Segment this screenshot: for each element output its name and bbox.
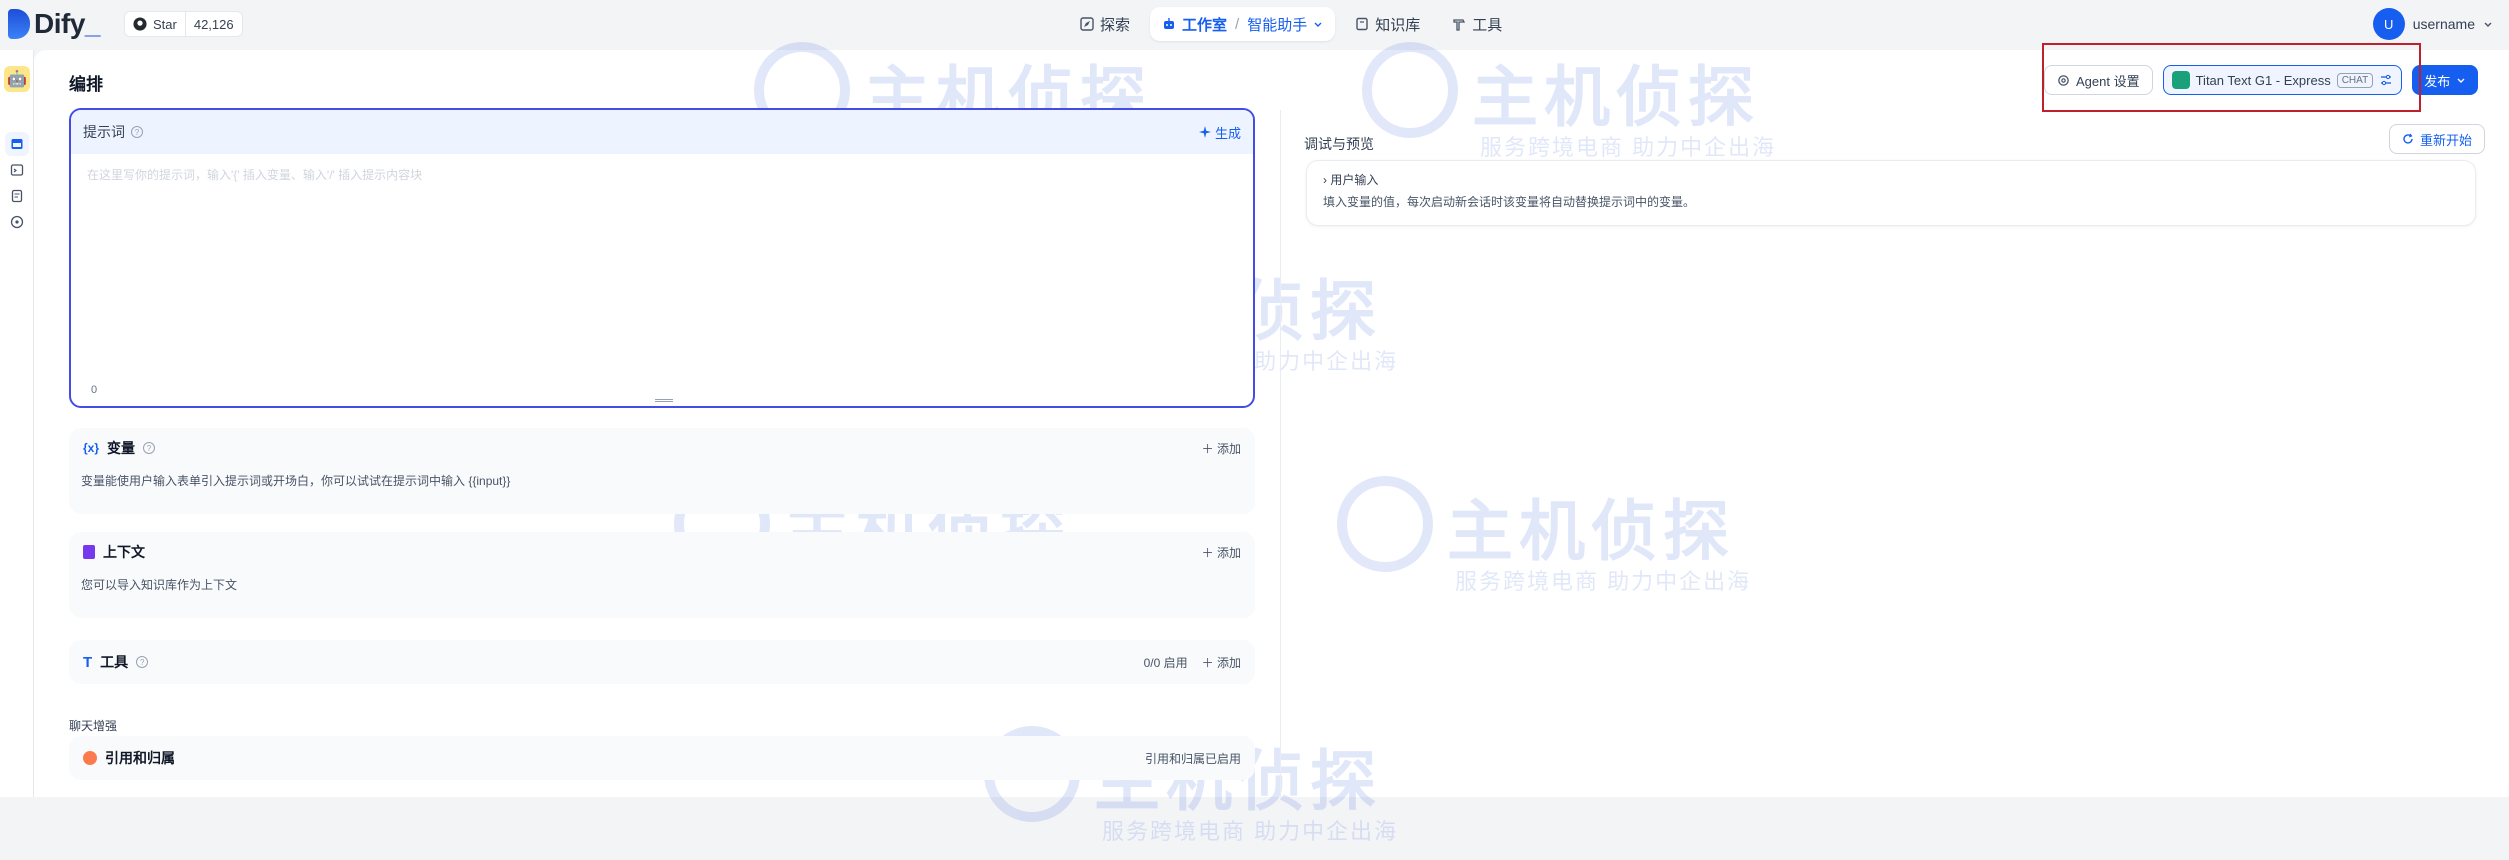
tools-enabled-count: 0/0 启用 <box>1143 655 1188 670</box>
context-description: 您可以导入知识库作为上下文 <box>81 578 238 592</box>
context-title: 上下文 <box>103 544 145 560</box>
user-input-card: › 用户输入 填入变量的值，每次启动新会话时该变量将自动替换提示词中的变量。 <box>1306 160 2476 226</box>
sidebar-item-orchestrate[interactable] <box>5 132 29 156</box>
github-star-count: 42,126 <box>193 16 234 32</box>
sidebar-item-api[interactable] <box>5 158 29 182</box>
tool-icon: T <box>83 653 93 671</box>
nav-knowledge[interactable]: 知识库 <box>1343 7 1432 41</box>
avatar[interactable]: U <box>2372 8 2405 40</box>
username-label[interactable]: username <box>2413 16 2475 32</box>
help-icon[interactable]: ? <box>136 656 149 668</box>
github-icon <box>133 17 147 31</box>
add-tool-button[interactable]: ＋ 添加 <box>1202 654 1241 671</box>
variables-description: 变量能使用户输入表单引入提示词或开场白，你可以试试在提示词中输入 {{input… <box>81 474 511 488</box>
prompt-header: 提示词 ? 生成 <box>71 110 1253 154</box>
generate-prompt-button[interactable]: 生成 <box>1198 123 1241 142</box>
nav-studio[interactable]: 工作室 / 智能助手 <box>1150 7 1336 41</box>
user-input-description: 填入变量的值，每次启动新会话时该变量将自动替换提示词中的变量。 <box>1323 195 1696 209</box>
nav-explore[interactable]: 探索 <box>1068 7 1142 41</box>
dify-logo-mark-icon <box>8 9 30 39</box>
robot-icon <box>1164 18 1175 29</box>
prompt-char-count: 0 <box>91 384 98 396</box>
watermark: 主机侦探服务跨境电商 助力中企出海 <box>1337 470 1777 610</box>
prompt-label: 提示词 <box>83 124 125 140</box>
logo-text: Dify <box>34 8 85 39</box>
chevron-down-icon[interactable] <box>1313 19 1323 29</box>
terminal-icon <box>10 164 24 176</box>
add-variable-button[interactable]: ＋ 添加 <box>1202 440 1241 457</box>
nav-studio-app-selector[interactable]: 智能助手 <box>1247 14 1307 35</box>
highlight-box <box>2042 43 2421 112</box>
panel-divider <box>1280 110 1281 797</box>
tools-card: T 工具 ? 0/0 启用 ＋ 添加 <box>69 640 1255 684</box>
sparkle-icon <box>1198 126 1211 138</box>
document-icon <box>83 545 95 559</box>
chat-enhance-label: 聊天增强 <box>69 719 118 733</box>
page-title: 编排 <box>69 75 103 94</box>
chevron-down-icon[interactable] <box>2483 19 2493 29</box>
github-star-button[interactable]: Star <box>125 12 186 36</box>
help-icon[interactable]: ? <box>131 126 143 138</box>
book-icon <box>1356 17 1368 31</box>
compass-icon <box>1080 17 1094 31</box>
dify-logo[interactable]: Dify_ <box>8 8 100 40</box>
user-menu[interactable]: U username <box>2372 8 2493 40</box>
layout-icon <box>11 139 23 149</box>
app-sidebar: 🤖 <box>0 50 34 797</box>
help-icon[interactable]: ? <box>143 442 156 454</box>
main-panel: 编排 主机侦探服务跨境电商 助力中企出海 主机侦探服务跨境电商 助力中企出海 主… <box>34 42 2509 844</box>
chevron-down-icon <box>2457 78 2465 83</box>
resize-handle[interactable] <box>655 399 673 402</box>
citation-title: 引用和归属 <box>105 750 175 766</box>
github-star-label: Star <box>153 16 177 32</box>
variable-icon: {x} <box>83 441 100 455</box>
main-nav: 探索 工作室 / 智能助手 知识库 工具 <box>1068 7 1514 41</box>
github-star-widget[interactable]: Star 42,126 <box>124 11 243 37</box>
publish-button[interactable]: 发布 <box>2412 65 2479 95</box>
sidebar-item-logs[interactable] <box>5 184 29 208</box>
add-context-button[interactable]: ＋ 添加 <box>1202 544 1241 561</box>
variables-card: {x} 变量 ? ＋ 添加 变量能使用户输入表单引入提示词或开场白，你可以试试在… <box>69 428 1255 514</box>
user-input-title[interactable]: › 用户输入 <box>1323 171 1378 188</box>
app-icon[interactable]: 🤖 <box>4 66 30 92</box>
citation-icon <box>83 751 97 765</box>
restart-button[interactable]: 重新开始 <box>2389 124 2486 154</box>
debug-preview-title: 调试与预览 <box>1304 136 1374 152</box>
file-list-icon <box>11 189 23 203</box>
variables-title: 变量 <box>107 440 136 456</box>
hammer-icon <box>1453 19 1466 31</box>
citation-status: 引用和归属已启用 <box>1144 751 1241 766</box>
nav-tools[interactable]: 工具 <box>1440 7 1514 41</box>
dashboard-icon <box>10 215 24 229</box>
prompt-editor[interactable]: 提示词 ? 生成 在这里写你的提示词，输入'{' 插入变量、输入'/' 插入提示… <box>69 108 1255 408</box>
refresh-icon <box>2403 133 2413 144</box>
citation-card: 引用和归属 引用和归属已启用 <box>69 736 1255 780</box>
sidebar-item-monitoring[interactable] <box>5 210 29 234</box>
prompt-input[interactable]: 在这里写你的提示词，输入'{' 插入变量、输入'/' 插入提示内容块 <box>71 154 1253 195</box>
watermark: 主机侦探服务跨境电商 助力中企出海 <box>1362 36 1802 176</box>
context-card: 上下文 ＋ 添加 您可以导入知识库作为上下文 <box>69 532 1255 618</box>
tools-title: 工具 <box>100 654 129 670</box>
